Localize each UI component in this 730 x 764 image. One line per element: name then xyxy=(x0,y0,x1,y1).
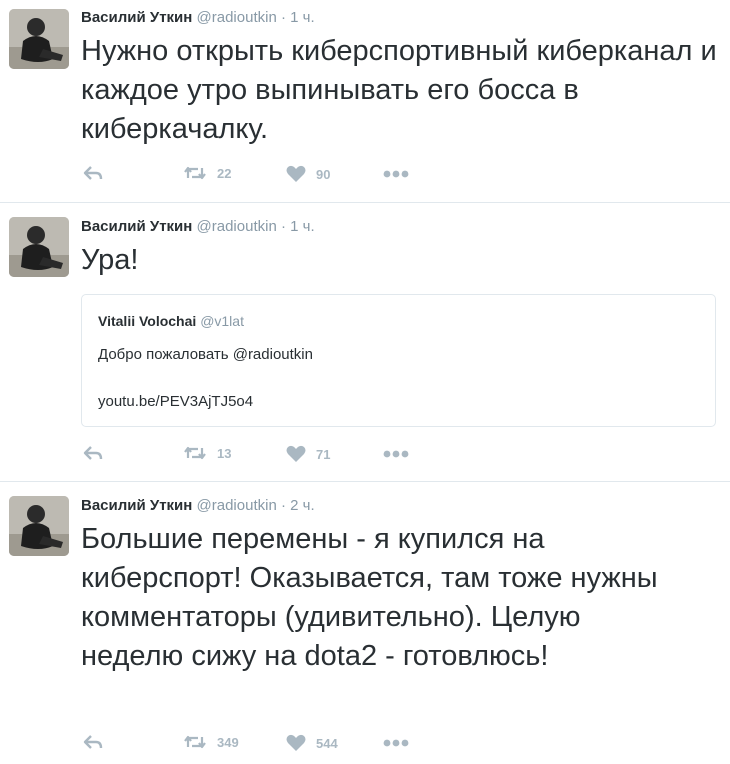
more-icon xyxy=(383,450,409,458)
quoted-tweet[interactable]: Vitalii Volochai @v1lat Добро пожаловать… xyxy=(81,294,716,427)
heart-icon xyxy=(286,445,306,463)
avatar[interactable] xyxy=(9,9,69,69)
heart-icon xyxy=(286,734,306,752)
reply-icon xyxy=(83,165,103,181)
quoted-tweet-header: Vitalii Volochai @v1lat xyxy=(98,313,244,329)
author-handle[interactable]: @radioutkin xyxy=(197,218,277,235)
reply-button[interactable] xyxy=(83,165,103,181)
reply-button[interactable] xyxy=(83,445,103,461)
retweet-count: 349 xyxy=(217,734,239,750)
tweet-text: Ура! xyxy=(81,244,139,276)
quoted-author-name: Vitalii Volochai xyxy=(98,313,197,329)
quoted-author-handle: @v1lat xyxy=(200,313,244,329)
retweet-icon xyxy=(183,165,207,181)
timestamp[interactable]: 1 ч. xyxy=(290,9,315,26)
tweet[interactable]: Василий Уткин @radioutkin · 1 ч. Нужно о… xyxy=(0,0,730,202)
heart-icon xyxy=(286,165,306,183)
tweet-header: Василий Уткин @radioutkin · 1 ч. xyxy=(81,218,315,235)
retweet-icon xyxy=(183,734,207,750)
separator-dot: · xyxy=(280,497,286,514)
quoted-tweet-link[interactable]: youtu.be/PEV3AjTJ5o4 xyxy=(98,393,253,410)
timestamp[interactable]: 1 ч. xyxy=(290,218,315,235)
more-button[interactable] xyxy=(383,450,409,458)
retweet-button[interactable]: 349 xyxy=(183,734,239,750)
separator-dot: · xyxy=(280,9,286,26)
retweet-count: 13 xyxy=(217,445,232,461)
separator-dot: · xyxy=(280,218,286,235)
author-name[interactable]: Василий Уткин xyxy=(81,218,192,235)
retweet-icon xyxy=(183,445,207,461)
more-button[interactable] xyxy=(383,739,409,747)
more-button[interactable] xyxy=(383,170,409,178)
like-count: 71 xyxy=(316,446,331,462)
reply-icon xyxy=(83,445,103,461)
like-count: 544 xyxy=(316,735,338,751)
timestamp[interactable]: 2 ч. xyxy=(290,497,315,514)
like-button[interactable]: 544 xyxy=(286,734,338,752)
tweet[interactable]: Василий Уткин @radioutkin · 2 ч. Большие… xyxy=(0,482,730,764)
tweet[interactable]: Василий Уткин @radioutkin · 1 ч. Ура! Vi… xyxy=(0,203,730,481)
reply-button[interactable] xyxy=(83,734,103,750)
avatar[interactable] xyxy=(9,217,69,277)
avatar[interactable] xyxy=(9,496,69,556)
tweet-text: Большие перемены - я купился на киберспо… xyxy=(81,523,658,672)
retweet-button[interactable]: 13 xyxy=(183,445,231,461)
author-name[interactable]: Василий Уткин xyxy=(81,497,192,514)
quoted-tweet-text: Добро пожаловать @radioutkin xyxy=(98,346,313,363)
reply-icon xyxy=(83,734,103,750)
tweet-actions: 13 71 xyxy=(81,445,421,467)
retweet-count: 22 xyxy=(217,165,232,181)
author-handle[interactable]: @radioutkin xyxy=(197,9,277,26)
tweet-text: Нужно открыть киберспортивный киберканал… xyxy=(81,35,717,145)
tweet-actions: 22 90 xyxy=(81,165,421,187)
like-button[interactable]: 90 xyxy=(286,165,330,183)
author-handle[interactable]: @radioutkin xyxy=(197,497,277,514)
tweet-header: Василий Уткин @radioutkin · 1 ч. xyxy=(81,9,315,26)
like-count: 90 xyxy=(316,166,331,182)
more-icon xyxy=(383,739,409,747)
retweet-button[interactable]: 22 xyxy=(183,165,231,181)
tweet-actions: 349 544 xyxy=(81,734,421,756)
tweet-header: Василий Уткин @radioutkin · 2 ч. xyxy=(81,497,315,514)
author-name[interactable]: Василий Уткин xyxy=(81,9,192,26)
like-button[interactable]: 71 xyxy=(286,445,330,463)
more-icon xyxy=(383,170,409,178)
